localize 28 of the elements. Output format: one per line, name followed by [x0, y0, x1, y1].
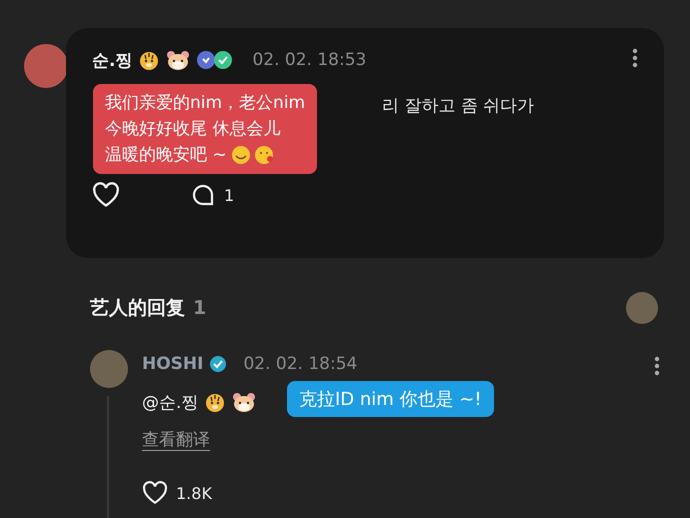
reply-author[interactable]: HOSHI — [142, 354, 204, 374]
tiger-face-icon — [138, 49, 160, 71]
more-options-icon[interactable] — [632, 48, 638, 68]
translation-text: 今晚好好收尾 休息会儿 — [105, 118, 280, 141]
comment-icon[interactable] — [190, 183, 216, 207]
artist-avatar[interactable] — [626, 292, 658, 324]
user-avatar[interactable] — [24, 44, 68, 88]
translation-text: 温暖的晚安吧 ~ — [105, 144, 227, 167]
artist-avatar[interactable] — [90, 350, 128, 388]
emoji-faces-icon — [230, 145, 275, 165]
tiger-face-icon — [204, 391, 226, 413]
more-options-icon[interactable] — [654, 356, 660, 376]
translation-overlay: 克拉ID nim 你也是 ~! — [287, 381, 494, 417]
comment-time: 02. 02. 18:53 — [252, 50, 366, 70]
comment-text: 리 잘하고 좀 쉬다가 — [382, 95, 534, 117]
heart-icon[interactable] — [142, 481, 168, 505]
translation-text: 我们亲爱的nim，老公nim — [105, 92, 306, 115]
section-count: 1 — [193, 297, 206, 319]
reply-time: 02. 02. 18:54 — [243, 354, 358, 374]
hamster-face-icon — [232, 391, 256, 413]
mention-link[interactable]: @순.찡 — [142, 390, 198, 414]
section-title: 艺人的回复 — [90, 297, 185, 319]
heart-icon[interactable] — [92, 182, 120, 208]
comment-author[interactable]: 순.찡 — [92, 48, 132, 72]
reply-count: 1 — [224, 186, 234, 204]
like-count: 1.8K — [176, 484, 212, 502]
hamster-face-icon — [166, 49, 190, 71]
translate-link[interactable]: 查看翻译 — [142, 428, 210, 451]
